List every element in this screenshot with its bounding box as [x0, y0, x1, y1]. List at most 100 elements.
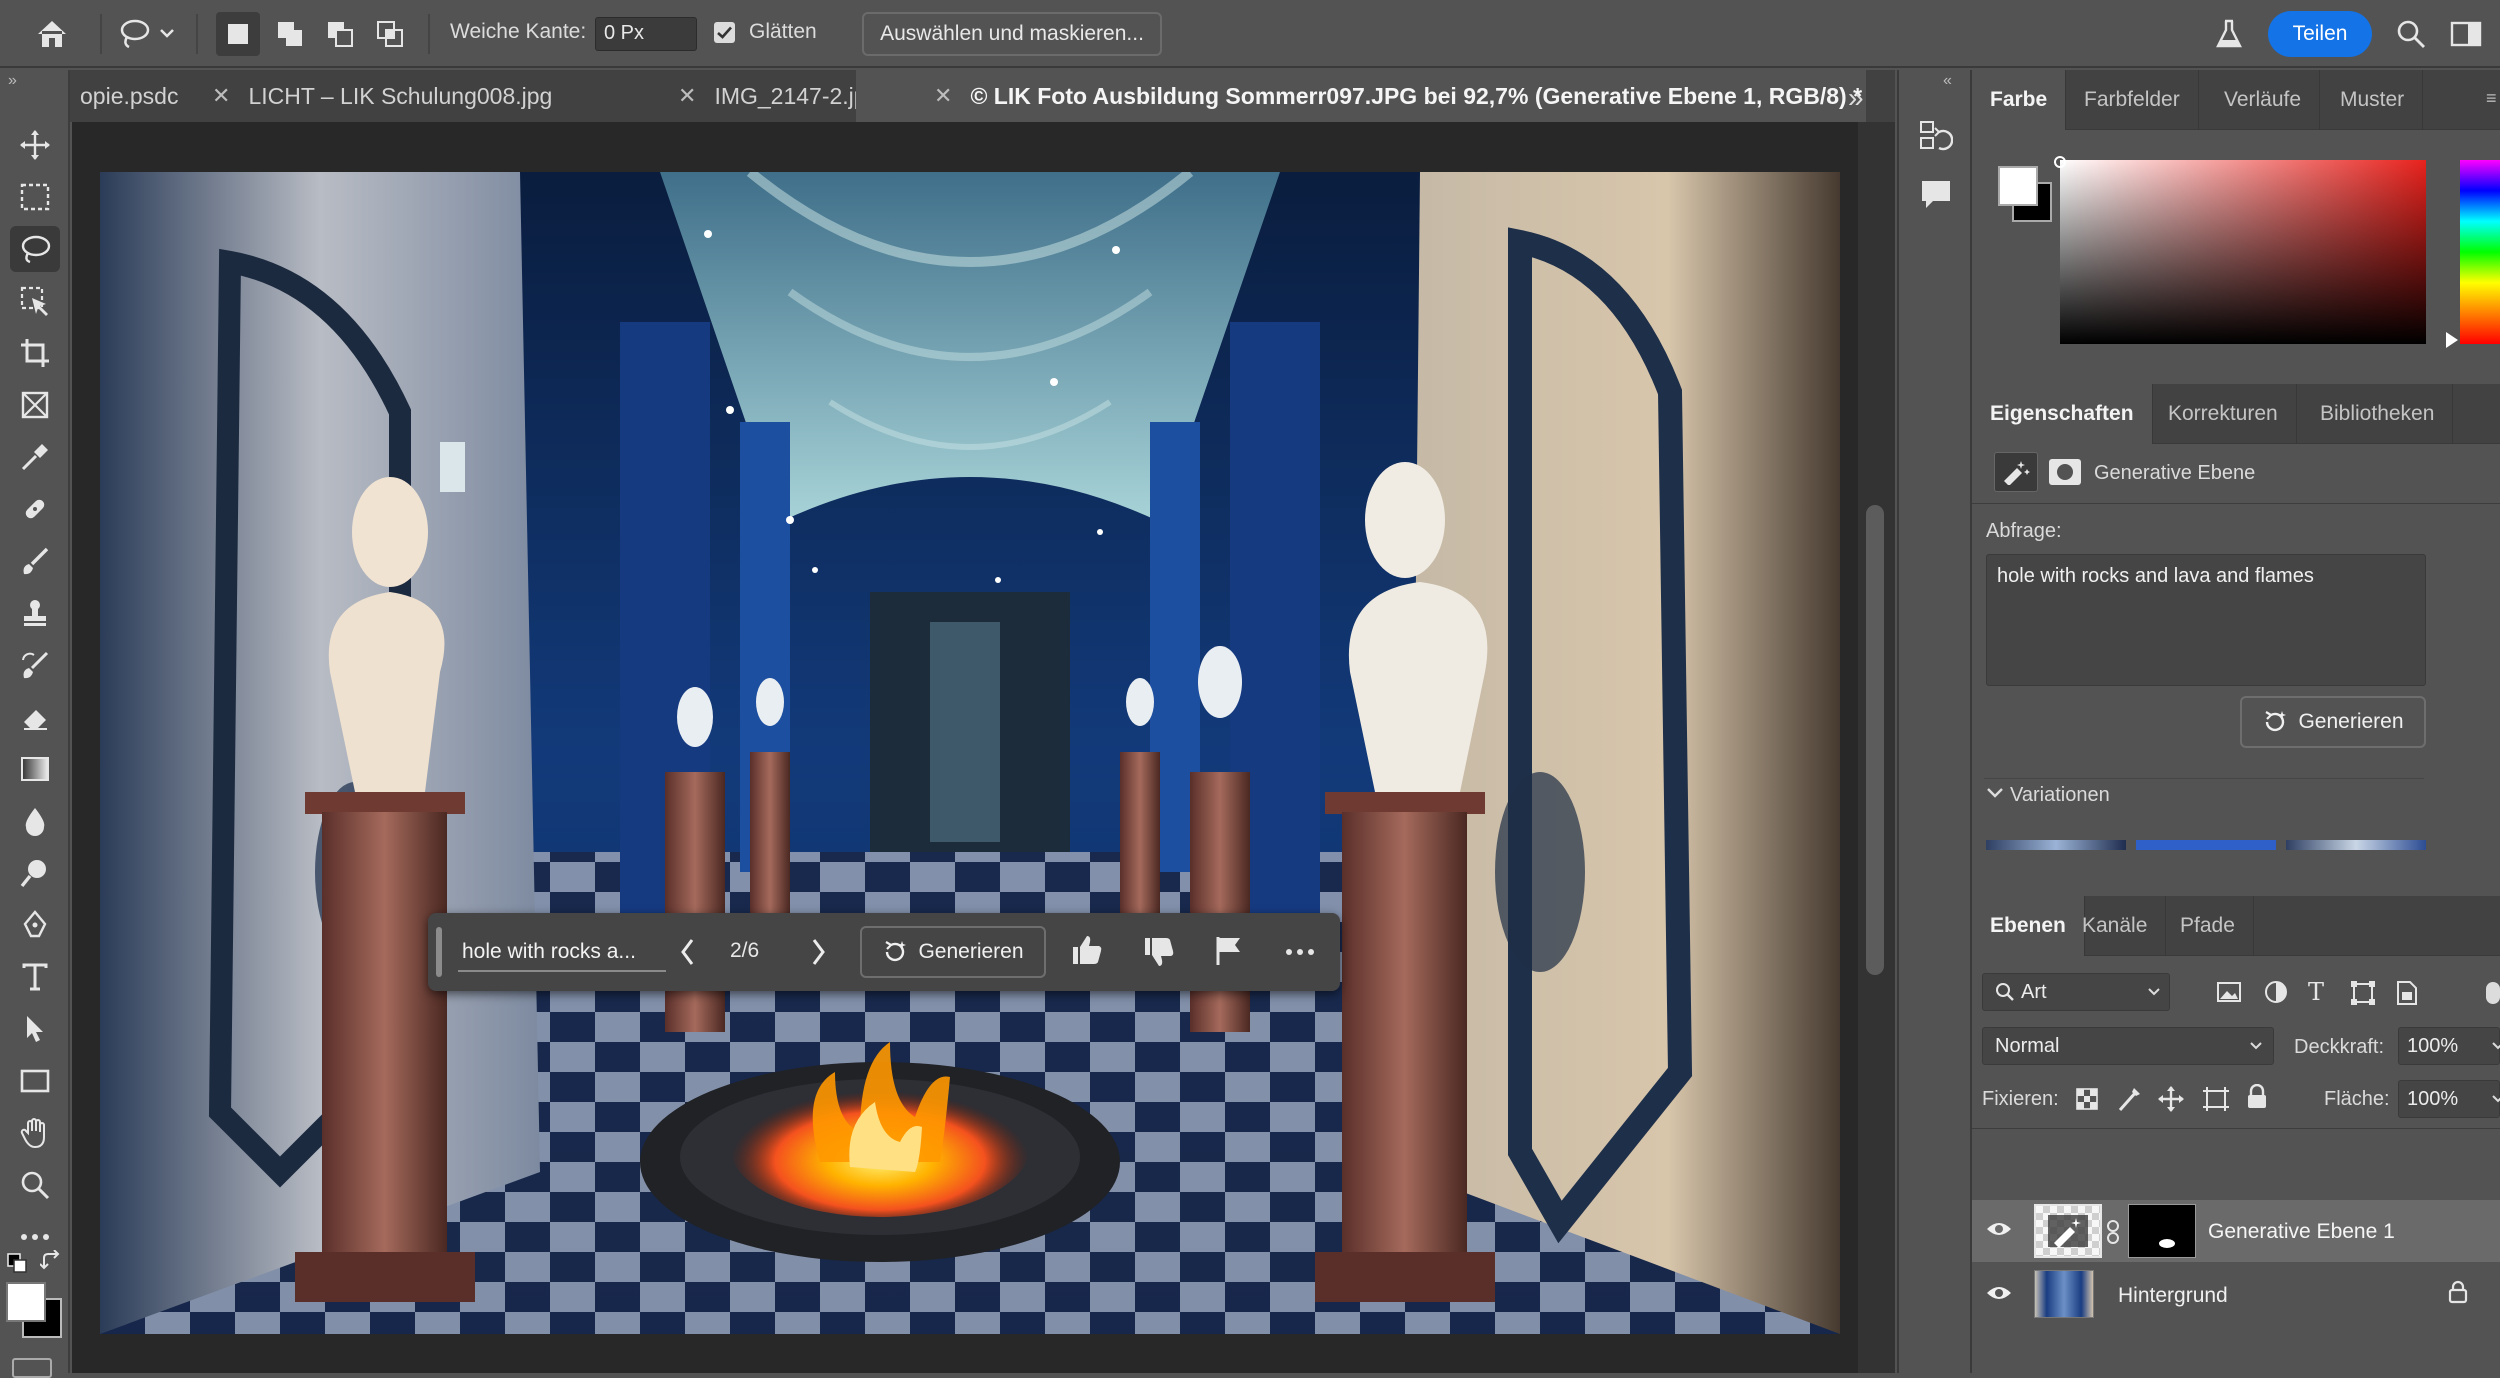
zoom-tool-icon[interactable]: [10, 1162, 60, 1208]
rectangle-tool-icon[interactable]: [10, 1058, 60, 1104]
layer-name[interactable]: Hintergrund: [2118, 1284, 2228, 1308]
gradient-tool-icon[interactable]: [10, 746, 60, 792]
hue-slider[interactable]: [2460, 160, 2500, 344]
marquee-tool-icon[interactable]: [10, 174, 60, 220]
object-selection-tool-icon[interactable]: [10, 278, 60, 324]
foreground-color-swatch[interactable]: [6, 1282, 46, 1322]
shape-filter-icon[interactable]: [2350, 980, 2376, 1006]
healing-brush-tool-icon[interactable]: [10, 486, 60, 532]
lock-artboard-icon[interactable]: [2202, 1086, 2230, 1112]
tab-farbe[interactable]: Farbe: [1972, 70, 2067, 130]
vertical-scrollbar-thumb[interactable]: [1866, 505, 1884, 975]
lasso-tool-preset-icon[interactable]: [112, 12, 182, 56]
flask-icon[interactable]: [2205, 12, 2253, 56]
visibility-eye-icon[interactable]: [1986, 1220, 2012, 1238]
query-textarea[interactable]: hole with rocks and lava and flames: [1986, 554, 2426, 686]
move-tool-icon[interactable]: [10, 122, 60, 168]
generative-layer-thumbnail[interactable]: [2034, 1204, 2102, 1258]
crop-tool-icon[interactable]: [10, 330, 60, 376]
hue-slider-handle[interactable]: [2446, 332, 2458, 348]
path-selection-tool-icon[interactable]: [10, 1006, 60, 1052]
tab-muster[interactable]: Muster: [2322, 70, 2424, 130]
more-options-icon[interactable]: [1285, 947, 1315, 957]
subtract-from-selection-icon[interactable]: [318, 12, 362, 56]
default-colors-icon[interactable]: [6, 1252, 30, 1276]
dodge-tool-icon[interactable]: [10, 850, 60, 896]
frame-tool-icon[interactable]: [10, 382, 60, 428]
blend-mode-select[interactable]: Normal: [1982, 1027, 2274, 1065]
type-tool-icon[interactable]: [10, 954, 60, 1000]
history-panel-icon[interactable]: [1919, 120, 1953, 156]
document-image[interactable]: [100, 172, 1840, 1334]
hand-tool-icon[interactable]: [10, 1110, 60, 1156]
tab-farbfelder[interactable]: Farbfelder: [2066, 70, 2199, 130]
swap-colors-icon[interactable]: [40, 1250, 64, 1274]
feather-input[interactable]: 0 Px: [595, 17, 697, 51]
layer-row-background[interactable]: Hintergrund: [1972, 1264, 2500, 1326]
close-tab-icon[interactable]: ✕: [212, 83, 230, 109]
home-icon[interactable]: [26, 12, 78, 56]
brush-tool-icon[interactable]: [10, 538, 60, 584]
layer-mask-icon[interactable]: [2048, 458, 2082, 486]
previous-variation-icon[interactable]: [678, 935, 698, 969]
tab-kanaele[interactable]: Kanäle: [2064, 896, 2167, 956]
prompt-field[interactable]: hole with rocks a...: [458, 932, 666, 972]
layer-filter-select[interactable]: Art: [1982, 973, 2170, 1011]
type-filter-icon[interactable]: T: [2308, 978, 2324, 1006]
new-selection-icon[interactable]: [216, 12, 260, 56]
search-icon[interactable]: [2388, 12, 2434, 56]
thumbs-up-icon[interactable]: [1070, 933, 1104, 967]
mask-link-icon[interactable]: [2106, 1220, 2120, 1244]
properties-generate-button[interactable]: Generieren: [2240, 696, 2426, 748]
eyedropper-tool-icon[interactable]: [10, 434, 60, 480]
pixel-filter-icon[interactable]: [2216, 980, 2242, 1004]
filter-toggle[interactable]: [2486, 982, 2500, 1004]
collapse-panels-icon[interactable]: «: [1943, 72, 1952, 90]
select-and-mask-button[interactable]: Auswählen und maskieren...: [862, 12, 1162, 56]
next-variation-icon[interactable]: [808, 935, 828, 969]
collapse-toolbar-icon[interactable]: »: [8, 72, 17, 90]
lock-pixels-icon[interactable]: [2116, 1086, 2142, 1112]
tab-korrekturen[interactable]: Korrekturen: [2150, 384, 2297, 444]
clone-stamp-tool-icon[interactable]: [10, 590, 60, 636]
comments-panel-icon[interactable]: [1919, 178, 1953, 212]
smart-object-filter-icon[interactable]: [2396, 980, 2418, 1006]
workspace-icon[interactable]: [2442, 12, 2490, 56]
tab-opie[interactable]: opie.psdc: [70, 70, 210, 122]
blur-tool-icon[interactable]: [10, 798, 60, 844]
close-tab-icon[interactable]: ✕: [934, 83, 952, 109]
close-tab-icon[interactable]: ✕: [678, 83, 696, 109]
tab-licht[interactable]: ✕ LICHT – LIK Schulung008.jpg: [212, 70, 652, 122]
tab-verlaeufe[interactable]: Verläufe: [2206, 70, 2321, 130]
color-picker-cursor[interactable]: [2054, 156, 2066, 168]
variations-label[interactable]: Variationen: [2010, 784, 2110, 807]
color-field[interactable]: [2060, 160, 2426, 344]
intersect-selection-icon[interactable]: [368, 12, 412, 56]
share-button[interactable]: Teilen: [2268, 11, 2372, 57]
lock-transparent-icon[interactable]: [2076, 1088, 2098, 1110]
lock-all-icon[interactable]: [2246, 1084, 2268, 1110]
background-layer-thumbnail[interactable]: [2034, 1270, 2094, 1318]
smooth-checkbox[interactable]: [714, 22, 735, 43]
variation-thumbnail[interactable]: [1986, 840, 2126, 850]
variation-thumbnail[interactable]: [2136, 840, 2276, 850]
tab-eigenschaften[interactable]: Eigenschaften: [1972, 384, 2153, 444]
tab-lik-foto-active[interactable]: ✕ © LIK Foto Ausbildung Sommerr097.JPG b…: [856, 70, 1866, 122]
tab-pfade[interactable]: Pfade: [2162, 896, 2254, 956]
variation-thumbnail[interactable]: [2286, 840, 2426, 850]
pen-tool-icon[interactable]: [10, 902, 60, 948]
more-tabs-icon[interactable]: »: [1848, 82, 1864, 114]
adjustment-filter-icon[interactable]: [2264, 980, 2288, 1004]
thumbs-down-icon[interactable]: [1142, 935, 1176, 969]
flag-icon[interactable]: [1214, 935, 1244, 967]
drag-handle[interactable]: [436, 927, 442, 977]
lasso-tool-icon[interactable]: [10, 226, 60, 272]
eraser-tool-icon[interactable]: [10, 694, 60, 740]
tab-bibliotheken[interactable]: Bibliotheken: [2302, 384, 2454, 444]
fill-input[interactable]: 100%: [2398, 1080, 2500, 1118]
lock-position-icon[interactable]: [2158, 1086, 2184, 1112]
history-brush-tool-icon[interactable]: [10, 642, 60, 688]
color-panel-foreground-swatch[interactable]: [1998, 166, 2038, 206]
opacity-input[interactable]: 100%: [2398, 1027, 2500, 1065]
layer-lock-icon[interactable]: [2448, 1280, 2468, 1304]
